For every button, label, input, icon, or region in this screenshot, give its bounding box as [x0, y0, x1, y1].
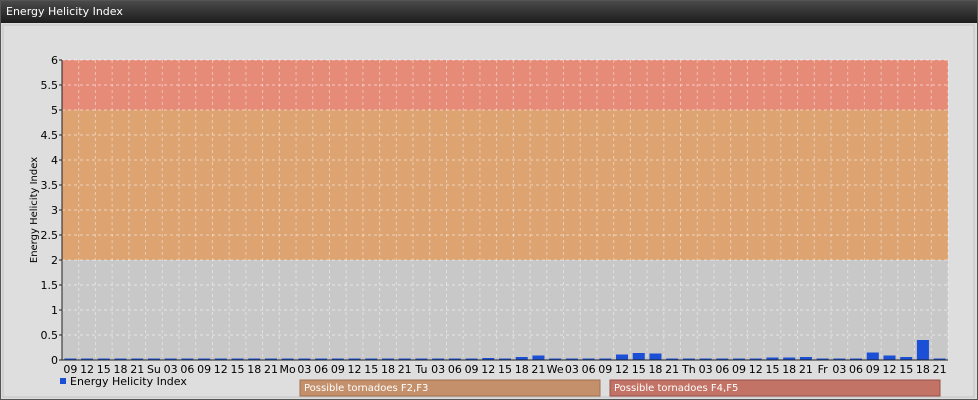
x-tick-label: 12 — [481, 363, 495, 376]
x-tick-label: 21 — [799, 363, 813, 376]
x-tick-label: 15 — [765, 363, 779, 376]
x-tick-label: 15 — [899, 363, 913, 376]
x-tick-label: 21 — [264, 363, 278, 376]
x-tick-label: 18 — [916, 363, 930, 376]
x-tick-label: 18 — [782, 363, 796, 376]
x-tick-label: Tu — [414, 363, 427, 376]
x-tick-label: 03 — [832, 363, 846, 376]
bar — [866, 352, 879, 360]
bar — [883, 355, 896, 360]
x-tick-label: 15 — [498, 363, 512, 376]
y-tick-label: 5.5 — [41, 79, 59, 92]
x-tick-label: 21 — [933, 363, 947, 376]
bar — [649, 353, 662, 360]
x-tick-label: 12 — [749, 363, 763, 376]
y-tick-label: 3 — [51, 204, 58, 217]
x-tick-label: 06 — [582, 363, 596, 376]
x-tick-label: 03 — [297, 363, 311, 376]
x-tick-label: 03 — [565, 363, 579, 376]
band-legend-f2-f3: Possible tornadoes F2,F3 — [299, 379, 601, 397]
bar — [616, 354, 629, 360]
y-tick-label: 0 — [51, 354, 58, 367]
x-tick-label: 12 — [214, 363, 228, 376]
y-tick-label: 4.5 — [41, 129, 59, 142]
legend-swatch — [60, 378, 66, 384]
x-tick-label: We — [547, 363, 564, 376]
y-tick-label: 3.5 — [41, 179, 59, 192]
x-tick-label: 06 — [849, 363, 863, 376]
y-tick-label: 6 — [51, 54, 58, 67]
x-tick-label: 06 — [448, 363, 462, 376]
band-legend-f4-f5-label: Possible tornadoes F4,F5 — [614, 383, 738, 394]
energy-helicity-chart: 00.511.522.533.544.555.56 09 12 15 18 21 Su 03… — [2, 24, 975, 398]
x-tick-label: 12 — [882, 363, 896, 376]
x-tick-label: 18 — [648, 363, 662, 376]
x-tick-label: 12 — [615, 363, 629, 376]
bar — [532, 355, 545, 360]
legend-label: Energy Helicity Index — [70, 375, 187, 388]
x-tick-label: 18 — [515, 363, 529, 376]
y-tick-label: 1.5 — [41, 279, 59, 292]
x-tick-label: 09 — [465, 363, 479, 376]
x-tick-label: 09 — [598, 363, 612, 376]
bar — [916, 340, 929, 360]
x-tick-label: 15 — [632, 363, 646, 376]
x-tick-label: 06 — [715, 363, 729, 376]
x-tick-label: 09 — [197, 363, 211, 376]
band-legend-f4-f5: Possible tornadoes F4,F5 — [609, 379, 941, 397]
x-tick-label: 03 — [431, 363, 445, 376]
x-tick-label: 15 — [231, 363, 245, 376]
y-tick-label: 1 — [51, 304, 58, 317]
x-tick-label: 21 — [665, 363, 679, 376]
x-tick-label: 21 — [531, 363, 545, 376]
y-tick-label: 2.5 — [41, 229, 59, 242]
x-tick-label: 09 — [732, 363, 746, 376]
x-tick-label: 03 — [699, 363, 713, 376]
x-tick-label: 06 — [314, 363, 328, 376]
x-tick-label: 09 — [331, 363, 345, 376]
y-tick-label: 2 — [51, 254, 58, 267]
y-tick-label: 0.5 — [41, 329, 59, 342]
y-tick-label: 5 — [51, 104, 58, 117]
bar — [632, 353, 645, 360]
y-tick-label: 4 — [51, 154, 58, 167]
series-legend: Energy Helicity Index — [60, 375, 187, 388]
x-tick-label: 21 — [398, 363, 412, 376]
x-tick-label: 12 — [348, 363, 362, 376]
x-tick-label: Fr — [818, 363, 829, 376]
x-tick-label: 09 — [866, 363, 880, 376]
x-tick-label: 18 — [381, 363, 395, 376]
x-tick-label: 18 — [247, 363, 261, 376]
x-tick-label: Th — [681, 363, 696, 376]
band-legend-f2-f3-label: Possible tornadoes F2,F3 — [304, 383, 428, 394]
x-tick-label: Mo — [280, 363, 296, 376]
y-axis-title: Energy Helicity Index — [29, 157, 40, 263]
x-tick-label: 15 — [364, 363, 378, 376]
